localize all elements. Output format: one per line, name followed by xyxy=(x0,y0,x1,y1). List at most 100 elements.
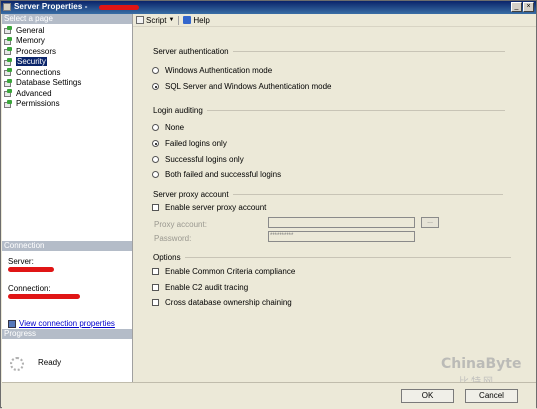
c2-audit-checkbox[interactable]: Enable C2 audit tracing xyxy=(152,283,248,292)
toolbar-separator xyxy=(178,15,180,25)
proxy-group-title: Server proxy account xyxy=(153,190,503,199)
radio-button[interactable] xyxy=(152,124,159,131)
connection-redaction xyxy=(8,294,80,299)
audit-none-radio[interactable]: None xyxy=(152,123,184,132)
view-connection-properties-link[interactable]: View connection properties xyxy=(19,319,115,328)
close-button[interactable]: × xyxy=(523,2,534,12)
script-button[interactable]: Script ▼ xyxy=(136,16,174,25)
page-item-connections[interactable]: Connections xyxy=(4,67,130,78)
page-icon xyxy=(4,26,13,35)
window-title: Server Properties - xyxy=(14,2,88,11)
common-criteria-label: Enable Common Criteria compliance xyxy=(165,267,296,276)
server-properties-window: Server Properties - _ × Select a page Ge… xyxy=(0,0,537,409)
page-item-label: Processors xyxy=(16,46,57,56)
radio-button[interactable] xyxy=(152,171,159,178)
page-item-security[interactable]: Security xyxy=(4,57,130,68)
page-item-label: General xyxy=(16,25,45,35)
server-auth-group-title: Server authentication xyxy=(153,47,505,56)
page-item-label: Database Settings xyxy=(16,78,82,88)
dialog-button-bar: OK Cancel xyxy=(2,382,536,409)
title-bar[interactable]: Server Properties - _ × xyxy=(1,1,536,14)
common-criteria-checkbox[interactable]: Enable Common Criteria compliance xyxy=(152,267,295,276)
left-pane: Select a page General Memory Processors Sec… xyxy=(2,14,133,395)
cross-db-chaining-checkbox[interactable]: Cross database ownership chaining xyxy=(152,298,292,307)
progress-header: Progress xyxy=(2,329,132,339)
password-field[interactable]: ********** xyxy=(268,231,415,242)
options-group-title: Options xyxy=(153,253,511,262)
view-connection-properties-row[interactable]: View connection properties xyxy=(8,319,115,328)
connection-header: Connection xyxy=(2,241,132,251)
windows-auth-radio[interactable]: Windows Authentication mode xyxy=(152,66,272,75)
page-icon xyxy=(4,89,13,98)
audit-failed-radio[interactable]: Failed logins only xyxy=(152,139,227,148)
c2-audit-label: Enable C2 audit tracing xyxy=(165,283,249,292)
help-button[interactable]: Help xyxy=(183,15,210,25)
group-divider xyxy=(232,194,503,195)
login-auditing-title: Login auditing xyxy=(153,106,203,115)
checkbox[interactable] xyxy=(152,284,159,291)
server-auth-title: Server authentication xyxy=(153,47,229,56)
select-page-header: Select a page xyxy=(2,14,132,24)
page-icon xyxy=(4,36,13,45)
page-item-label: Connections xyxy=(16,67,61,77)
cancel-button[interactable]: Cancel xyxy=(465,389,518,403)
script-icon xyxy=(136,16,144,24)
page-item-permissions[interactable]: Permissions xyxy=(4,99,130,110)
progress-spinner-icon xyxy=(10,357,24,371)
redaction-mark xyxy=(99,5,139,10)
page-item-label: Security xyxy=(16,57,47,67)
audit-successful-label: Successful logins only xyxy=(165,155,244,164)
mixed-auth-radio[interactable]: SQL Server and Windows Authentication mo… xyxy=(152,82,331,91)
checkbox[interactable] xyxy=(152,268,159,275)
page-item-memory[interactable]: Memory xyxy=(4,36,130,47)
page-icon xyxy=(4,78,13,87)
proxy-account-field[interactable] xyxy=(268,217,415,228)
ok-button[interactable]: OK xyxy=(401,389,454,403)
radio-button[interactable] xyxy=(152,67,159,74)
connection-label: Connection: xyxy=(8,284,51,293)
proxy-account-label: Proxy account: xyxy=(154,220,207,229)
progress-status: Ready xyxy=(38,358,62,367)
audit-none-label: None xyxy=(165,123,185,132)
group-divider xyxy=(232,51,505,52)
audit-both-radio[interactable]: Both failed and successful logins xyxy=(152,170,281,179)
radio-button[interactable] xyxy=(152,83,159,90)
page-item-general[interactable]: General xyxy=(4,25,130,36)
help-icon xyxy=(183,16,192,24)
enable-proxy-checkbox[interactable]: Enable server proxy account xyxy=(152,203,266,212)
enable-proxy-label: Enable server proxy account xyxy=(165,203,267,212)
page-item-label: Advanced xyxy=(16,88,52,98)
toolbar: Script ▼ Help xyxy=(133,14,536,27)
mixed-auth-label: SQL Server and Windows Authentication mo… xyxy=(165,82,332,91)
proxy-browse-button[interactable]: ... xyxy=(421,217,439,228)
audit-both-label: Both failed and successful logins xyxy=(165,170,282,179)
group-divider xyxy=(184,257,511,258)
page-icon xyxy=(4,68,13,77)
page-icon xyxy=(4,57,13,66)
app-icon xyxy=(3,3,11,11)
cross-db-chaining-label: Cross database ownership chaining xyxy=(165,298,292,307)
page-item-advanced[interactable]: Advanced xyxy=(4,88,130,99)
audit-successful-radio[interactable]: Successful logins only xyxy=(152,155,244,164)
checkbox[interactable] xyxy=(152,204,159,211)
password-label: Password: xyxy=(154,234,192,243)
checkbox[interactable] xyxy=(152,299,159,306)
minimize-button[interactable]: _ xyxy=(511,2,522,12)
page-icon xyxy=(4,47,13,56)
page-item-processors[interactable]: Processors xyxy=(4,46,130,57)
help-label: Help xyxy=(193,15,210,25)
page-icon xyxy=(4,99,13,108)
login-auditing-group-title: Login auditing xyxy=(153,106,505,115)
server-redaction xyxy=(8,267,54,272)
radio-button[interactable] xyxy=(152,140,159,147)
page-item-label: Memory xyxy=(16,36,45,46)
proxy-title: Server proxy account xyxy=(153,190,229,199)
page-list: General Memory Processors Security Connectio… xyxy=(4,25,130,109)
group-divider xyxy=(206,110,505,111)
page-item-database-settings[interactable]: Database Settings xyxy=(4,78,130,89)
radio-button[interactable] xyxy=(152,156,159,163)
chevron-down-icon[interactable]: ▼ xyxy=(168,17,174,23)
options-title: Options xyxy=(153,253,181,262)
audit-failed-label: Failed logins only xyxy=(165,139,227,148)
connection-properties-icon xyxy=(8,319,16,328)
